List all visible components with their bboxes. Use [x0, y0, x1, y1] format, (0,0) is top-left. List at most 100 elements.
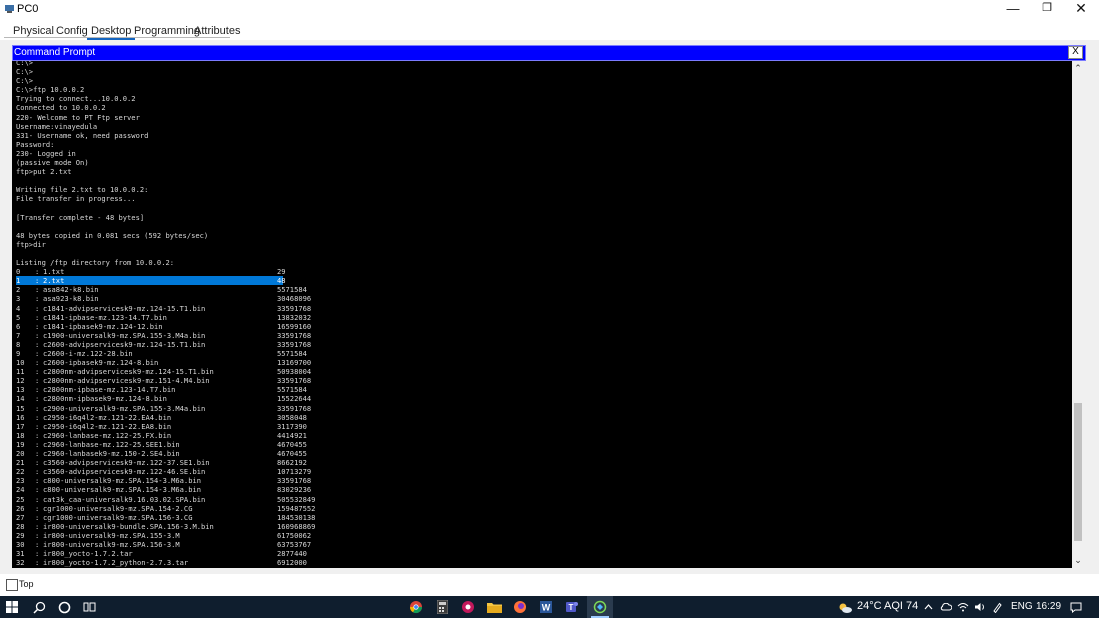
listing-row[interactable]: 22: c3560-advipservicesk9-mz.122-46.SE.bi…: [16, 467, 315, 476]
search-icon[interactable]: [28, 596, 50, 618]
language-indicator[interactable]: ENG: [1011, 601, 1033, 612]
command-prompt-close-button[interactable]: X: [1068, 46, 1083, 59]
listing-row[interactable]: 9: c2600-i-mz.122-28.bin 5571584: [16, 349, 315, 358]
scroll-down-arrow-icon[interactable]: ⌄: [1072, 555, 1084, 565]
listing-row[interactable]: 17: c2950-i6q4l2-mz.121-22.EA8.bin 3117390: [16, 422, 315, 431]
task-view-icon[interactable]: [78, 596, 100, 618]
file-explorer-icon[interactable]: [483, 596, 505, 618]
listing-row[interactable]: 28: ir800-universalk9-bundle.SPA.156-3.M.…: [16, 522, 315, 531]
tab-attributes[interactable]: Attributes: [190, 24, 244, 38]
listing-separator: :: [35, 467, 40, 477]
media-player-icon[interactable]: [457, 596, 479, 618]
minimize-button[interactable]: —: [996, 0, 1030, 18]
clock[interactable]: 16:29: [1036, 601, 1061, 612]
listing-row[interactable]: 32: ir800_yocto-1.7.2_python-2.7.3.tar 691…: [16, 558, 315, 567]
listing-index: 6: [16, 321, 21, 331]
listing-row[interactable]: 29: ir800-universalk9-mz.SPA.155-3.M 61750…: [16, 531, 315, 540]
windows-start-icon[interactable]: [0, 596, 24, 618]
terminal-line: C:\>ftp 10.0.0.2: [16, 85, 85, 95]
word-icon[interactable]: W: [535, 596, 557, 618]
listing-row[interactable]: 12: c2800nm-advipservicesk9-mz.151-4.M4.b…: [16, 376, 315, 385]
cloud-sync-icon[interactable]: [939, 596, 953, 618]
listing-row[interactable]: 31: ir800_yocto-1.7.2.tar 2877440: [16, 549, 315, 558]
listing-index: 14: [16, 394, 25, 404]
listing-row[interactable]: 7: c1900-universalk9-mz.SPA.155-3.M4a.bin…: [16, 331, 315, 340]
notifications-icon[interactable]: [1067, 596, 1085, 618]
listing-row[interactable]: 11: c2800nm-advipservicesk9-mz.124-15.T1.…: [16, 367, 315, 376]
listing-filename: c2960-lanbase-mz.122-25.SEE1.bin: [43, 439, 180, 449]
listing-row[interactable]: 15: c2900-universalk9-mz.SPA.155-3.M4a.bi…: [16, 404, 315, 413]
scroll-up-arrow-icon[interactable]: ⌃: [1072, 63, 1084, 73]
tab-physical[interactable]: Physical: [9, 24, 58, 38]
tab-config[interactable]: Config: [52, 24, 92, 38]
listing-size: 33591768: [277, 403, 312, 413]
calculator-icon[interactable]: [431, 596, 453, 618]
listing-row[interactable]: 14: c2800nm-ipbasek9-mz.124-8.bin 15522644: [16, 394, 315, 403]
close-button[interactable]: ✕: [1064, 0, 1098, 18]
listing-row[interactable]: 16: c2950-i6q4l2-mz.121-22.EA4.bin 3058048: [16, 413, 315, 422]
listing-row[interactable]: 6: c1841-ipbasek9-mz.124-12.bin 16599160: [16, 322, 315, 331]
listing-row[interactable]: 25: cat3k_caa-universalk9.16.03.02.SPA.bi…: [16, 495, 315, 504]
listing-filename: c1841-ipbasek9-mz.124-12.bin: [43, 321, 163, 331]
weather-readout[interactable]: 24°C AQI 74: [857, 600, 918, 612]
listing-row[interactable]: 20: c2960-lanbasek9-mz.150-2.SE4.bin 46704…: [16, 449, 315, 458]
listing-separator: :: [35, 285, 40, 295]
listing-row[interactable]: 0:1.txt 29: [16, 267, 315, 276]
listing-row[interactable]: 26: cgr1000-universalk9-mz.SPA.154-2.CG 15…: [16, 504, 315, 513]
terminal-output[interactable]: C:\> C:\> C:\> C:\>ftp 10.0.0.2 Trying to co…: [12, 61, 1072, 568]
listing-row[interactable]: 8: c2600-advipservicesk9-mz.124-15.T1.bin…: [16, 340, 315, 349]
terminal-line: Listing /ftp directory from 10.0.0.2:: [16, 258, 175, 268]
listing-row[interactable]: 10: c2600-ipbasek9-mz.124-8.bin 13169700: [16, 358, 315, 367]
cortana-icon[interactable]: [53, 596, 75, 618]
listing-size: 4414921: [277, 430, 307, 440]
scrollbar-thumb[interactable]: [1074, 403, 1082, 541]
listing-row[interactable]: 5: c1841-ipbase-mz.123-14.T7.bin 13832032: [16, 313, 315, 322]
listing-separator: :: [35, 403, 40, 413]
listing-size: 3058048: [277, 412, 307, 422]
pen-workspace-icon[interactable]: [990, 596, 1004, 618]
listing-row[interactable]: 24: c800-universalk9-mz.SPA.154-3.M6a.bin…: [16, 485, 315, 494]
listing-row[interactable]: 19: c2960-lanbase-mz.122-25.SEE1.bin 46704…: [16, 440, 315, 449]
listing-row[interactable]: 2: asa842-k8.bin 5571584: [16, 285, 315, 294]
listing-filename: c3560-advipservicesk9-mz.122-46.SE.bin: [43, 467, 206, 477]
top-checkbox[interactable]: [6, 579, 18, 591]
listing-size: 61750062: [277, 530, 312, 540]
listing-filename: c1841-advipservicesk9-mz.124-15.T1.bin: [43, 303, 206, 313]
listing-filename: cgr1000-universalk9-mz.SPA.156-3.CG: [43, 512, 193, 522]
show-hidden-icons-icon[interactable]: [921, 596, 935, 618]
listing-separator: :: [35, 449, 40, 459]
listing-row[interactable]: 23: c800-universalk9-mz.SPA.154-3.M6a.bin…: [16, 476, 315, 485]
listing-row[interactable]: 3: asa923-k8.bin 30468096: [16, 294, 315, 303]
terminal-line: File transfer in progress...: [16, 194, 136, 204]
wifi-icon[interactable]: [956, 596, 970, 618]
teams-icon[interactable]: T: [561, 596, 583, 618]
listing-row[interactable]: 30: ir800-universalk9-mz.SPA.156-3.M 63753…: [16, 540, 315, 549]
listing-row[interactable]: 27: cgr1000-universalk9-mz.SPA.156-3.CG 18…: [16, 513, 315, 522]
maximize-button[interactable]: ❐: [1030, 0, 1064, 18]
listing-separator: :: [35, 385, 40, 395]
listing-index: 13: [16, 385, 25, 395]
listing-separator: :: [35, 494, 40, 504]
volume-icon[interactable]: [973, 596, 987, 618]
listing-separator: :: [35, 394, 40, 404]
packet-tracer-icon[interactable]: [587, 596, 613, 618]
listing-row[interactable]: 21: c3560-advipservicesk9-mz.122-37.SE1.b…: [16, 458, 315, 467]
chrome-icon[interactable]: [405, 596, 427, 618]
listing-size: 15522644: [277, 394, 312, 404]
listing-filename: c800-universalk9-mz.SPA.154-3.M6a.bin: [43, 476, 202, 486]
listing-filename: 2.txt: [43, 276, 65, 286]
listing-row[interactable]: 13: c2800nm-ipbase-mz.123-14.T7.bin 557158…: [16, 385, 315, 394]
listing-index: 20: [16, 449, 25, 459]
listing-size: 6912000: [277, 558, 307, 568]
listing-index: 19: [16, 439, 25, 449]
terminal-scrollbar[interactable]: ⌃ ⌄: [1072, 61, 1084, 568]
firefox-icon[interactable]: [509, 596, 531, 618]
listing-row[interactable]: 4: c1841-advipservicesk9-mz.124-15.T1.bin…: [16, 304, 315, 313]
listing-row[interactable]: 18: c2960-lanbase-mz.122-25.FX.bin 4414921: [16, 431, 315, 440]
listing-index: 24: [16, 485, 25, 495]
listing-filename: c2800nm-advipservicesk9-mz.151-4.M4.bin: [43, 376, 210, 386]
listing-row[interactable]: 1:2.txt 48: [16, 276, 286, 286]
listing-filename: c2960-lanbase-mz.122-25.FX.bin: [43, 430, 172, 440]
listing-filename: c2960-lanbasek9-mz.150-2.SE4.bin: [43, 449, 180, 459]
weather-icon[interactable]: [836, 596, 854, 618]
